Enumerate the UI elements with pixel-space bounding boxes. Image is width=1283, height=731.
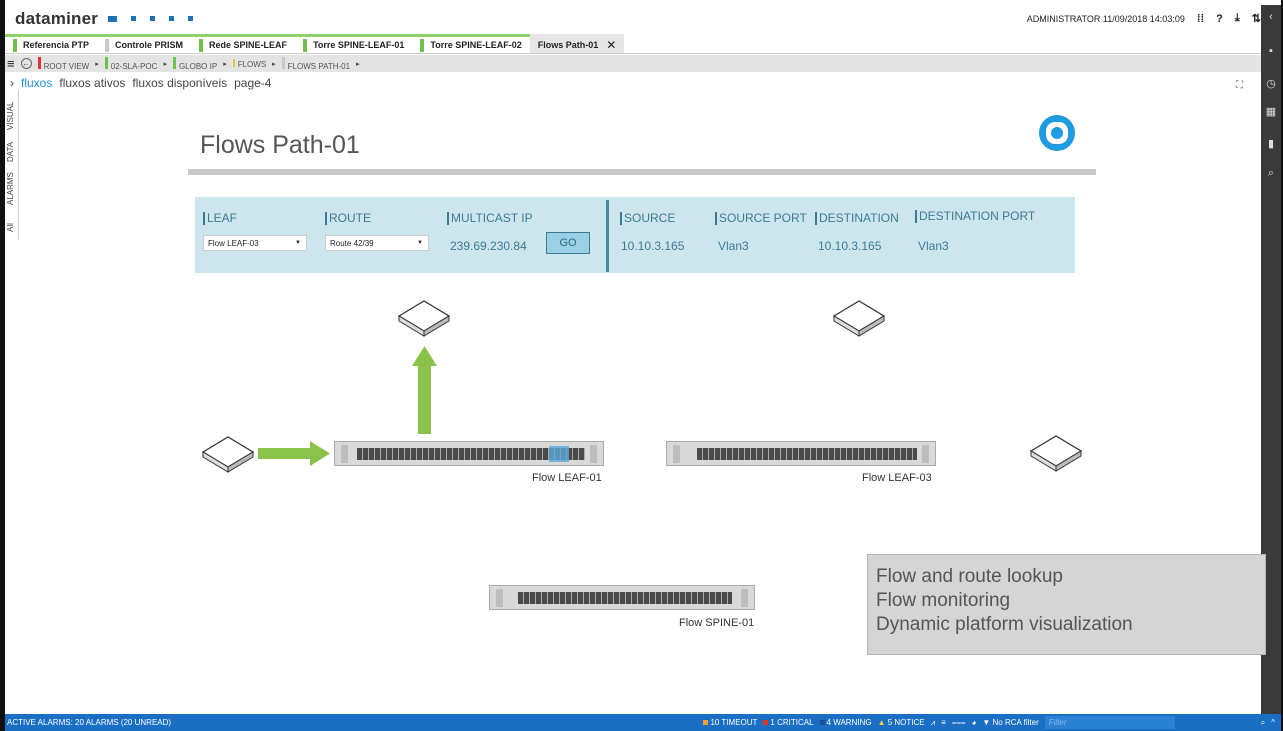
timeout-count[interactable]: 10 TIMEOUT [703,718,757,727]
endpoint-node-left[interactable] [201,436,255,473]
sort-icon[interactable]: ⩶ [952,718,966,728]
endpoint-node-top-right[interactable] [832,300,886,337]
search-icon[interactable]: ⌕ [1261,718,1265,728]
notice-count[interactable]: ▲ 5 NOTICE [878,718,925,727]
feature-item: Flow monitoring [876,590,1011,611]
funnel-icon: ▼ [982,718,993,727]
critical-count[interactable]: 1 CRITICAL [763,718,814,727]
device-label-leaf-01: Flow LEAF-01 [532,472,602,484]
device-label-spine-01: Flow SPINE-01 [679,617,755,629]
list-icon[interactable]: ≡ [941,718,946,727]
flow-arrow-up [412,346,437,434]
filter-input[interactable]: Filter [1044,716,1175,729]
feature-info-box: Flow and route lookup Flow monitoring Dy… [867,554,1266,655]
switch-spine-01[interactable] [489,585,755,610]
status-bar: ACTIVE ALARMS: 20 ALARMS (20 UNREAD) 10 … [5,714,1281,731]
flow-arrow-right [258,441,330,466]
chevron-up-icon[interactable]: ^ [1271,718,1275,727]
endpoint-node-right[interactable] [1029,435,1083,472]
chart-icon[interactable]: ⩘ [931,718,936,728]
active-alarms-summary[interactable]: ACTIVE ALARMS: 20 ALARMS (20 UNREAD) [5,718,171,727]
warning-count[interactable]: 4 WARNING [819,718,872,727]
rca-filter[interactable]: ▼ No RCA filter [982,718,1038,727]
switch-leaf-01[interactable] [334,441,604,466]
device-label-leaf-03: Flow LEAF-03 [862,472,932,484]
feature-item: Dynamic platform visualization [876,614,1133,635]
feature-item: Flow and route lookup [876,566,1063,587]
switch-leaf-03[interactable] [666,441,936,466]
pie-icon[interactable]: ◕ [972,718,977,727]
endpoint-node-top-left[interactable] [397,300,451,337]
